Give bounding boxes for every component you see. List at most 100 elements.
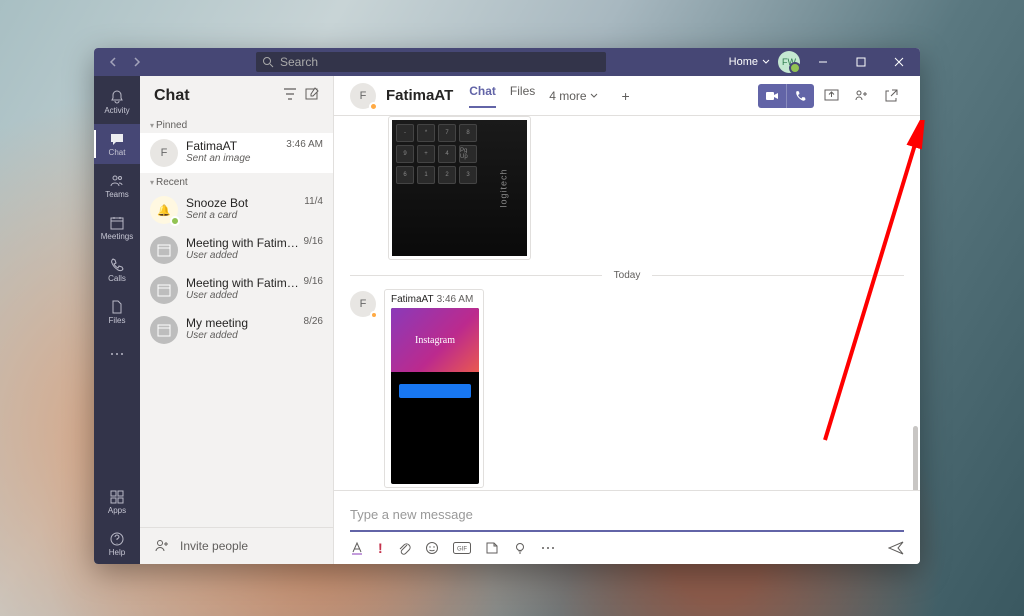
search-placeholder: Search xyxy=(280,55,318,69)
avatar xyxy=(150,276,178,304)
chat-icon xyxy=(109,131,125,147)
message-card[interactable]: FatimaAT3:46 AM Instagram xyxy=(384,289,484,488)
attach-button[interactable] xyxy=(397,541,411,555)
nav-forward[interactable] xyxy=(126,52,146,72)
chat-item-meeting1[interactable]: Meeting with Fatima Wahab9/16User added xyxy=(140,230,333,270)
message-group: F FatimaAT3:46 AM Instagram xyxy=(350,289,904,488)
pinned-section[interactable]: Pinned xyxy=(140,116,333,133)
message-meta: FatimaAT3:46 AM xyxy=(391,294,477,305)
screen-share-button[interactable] xyxy=(818,84,844,108)
chevron-down-icon xyxy=(762,58,770,66)
more-actions-button[interactable] xyxy=(541,546,555,550)
bulb-icon xyxy=(513,541,527,555)
message-image-keyboard[interactable]: -*789+4Pg Up6123 xyxy=(388,116,531,260)
more-icon xyxy=(541,546,555,550)
rail-activity[interactable]: Activity xyxy=(94,82,140,122)
phone-icon xyxy=(794,89,808,103)
rail-chat[interactable]: Chat xyxy=(94,124,140,164)
bell-icon xyxy=(109,89,125,105)
search-box[interactable]: Search xyxy=(256,52,606,72)
rail-more[interactable] xyxy=(94,334,140,374)
svg-text:GIF: GIF xyxy=(457,547,467,553)
sticker-icon xyxy=(485,541,499,555)
profile-avatar[interactable]: FW xyxy=(778,51,800,73)
compose-area: ! GIF xyxy=(334,490,920,564)
help-icon xyxy=(109,531,125,547)
emoji-button[interactable] xyxy=(425,541,439,555)
avatar: 🔔 xyxy=(150,196,178,224)
teams-window: Search Home FW Activity Chat Teams Meeti… xyxy=(94,48,920,564)
tab-chat[interactable]: Chat xyxy=(469,84,496,108)
gif-icon: GIF xyxy=(453,542,471,554)
invite-icon xyxy=(154,538,170,554)
popout-button[interactable] xyxy=(878,84,904,108)
video-icon xyxy=(765,89,779,103)
chevron-down-icon xyxy=(590,92,598,100)
add-tab-button[interactable]: + xyxy=(614,84,638,108)
chat-item-meeting2[interactable]: Meeting with Fatima Wahab9/16User added xyxy=(140,270,333,310)
format-button[interactable] xyxy=(350,541,364,555)
new-chat-icon[interactable] xyxy=(305,87,319,106)
rail-teams[interactable]: Teams xyxy=(94,166,140,206)
window-minimize[interactable] xyxy=(808,48,838,76)
sticker-button[interactable] xyxy=(485,541,499,555)
more-icon xyxy=(109,352,125,356)
message-image-instagram: Instagram xyxy=(391,308,479,484)
file-icon xyxy=(109,299,125,315)
app-rail: Activity Chat Teams Meetings Calls Files… xyxy=(94,76,140,564)
avatar: F xyxy=(150,139,178,167)
chat-list-panel: Chat Pinned F FatimaAT3:46 AM Sent an im… xyxy=(140,76,334,564)
popout-icon xyxy=(884,88,899,103)
recent-section[interactable]: Recent xyxy=(140,173,333,190)
scrollbar-thumb[interactable] xyxy=(913,426,918,490)
rail-meetings[interactable]: Meetings xyxy=(94,208,140,248)
send-icon xyxy=(888,540,904,556)
window-maximize[interactable] xyxy=(846,48,876,76)
emoji-icon xyxy=(425,541,439,555)
audio-call-button[interactable] xyxy=(786,84,814,108)
chat-name: FatimaAT xyxy=(186,139,237,153)
chat-item-snooze[interactable]: 🔔 Snooze Bot11/4Sent a card xyxy=(140,190,333,230)
message-input[interactable] xyxy=(350,501,904,532)
chat-item-mymeeting[interactable]: My meeting8/26User added xyxy=(140,310,333,350)
chat-item-fatima[interactable]: F FatimaAT3:46 AM Sent an image xyxy=(140,133,333,173)
message-avatar: F xyxy=(350,291,376,317)
nav-back[interactable] xyxy=(104,52,124,72)
share-icon xyxy=(824,88,839,103)
org-switcher[interactable]: Home xyxy=(729,56,770,68)
contact-name: FatimaAT xyxy=(386,87,453,104)
video-call-button[interactable] xyxy=(758,84,786,108)
tab-more[interactable]: 4 more xyxy=(549,84,597,108)
search-icon xyxy=(262,56,274,68)
invite-people[interactable]: Invite people xyxy=(140,527,333,564)
apps-icon xyxy=(109,489,125,505)
tab-files[interactable]: Files xyxy=(510,84,535,108)
rail-apps[interactable]: Apps xyxy=(94,482,140,522)
conversation-panel: F FatimaAT Chat Files 4 more + xyxy=(334,76,920,564)
avatar xyxy=(150,236,178,264)
gif-button[interactable]: GIF xyxy=(453,542,471,554)
date-divider: Today xyxy=(350,270,904,281)
rail-help[interactable]: Help xyxy=(94,524,140,564)
invite-label: Invite people xyxy=(180,539,248,553)
add-people-button[interactable] xyxy=(848,84,874,108)
chat-preview: Sent an image xyxy=(186,153,323,164)
filter-icon[interactable] xyxy=(283,87,297,106)
window-close[interactable] xyxy=(884,48,914,76)
rail-files[interactable]: Files xyxy=(94,292,140,332)
calendar-icon xyxy=(109,215,125,231)
send-button[interactable] xyxy=(888,540,904,556)
teams-icon xyxy=(109,173,125,189)
message-list: -*789+4Pg Up6123 Today F FatimaAT3:46 AM… xyxy=(334,116,920,490)
avatar xyxy=(150,316,178,344)
paperclip-icon xyxy=(397,541,411,555)
home-label: Home xyxy=(729,56,758,68)
format-icon xyxy=(350,541,364,555)
phone-icon xyxy=(109,257,125,273)
conversation-header: F FatimaAT Chat Files 4 more + xyxy=(334,76,920,116)
schedule-button[interactable] xyxy=(513,541,527,555)
contact-avatar: F xyxy=(350,83,376,109)
priority-button[interactable]: ! xyxy=(378,540,383,556)
chatlist-header: Chat xyxy=(140,76,333,116)
rail-calls[interactable]: Calls xyxy=(94,250,140,290)
